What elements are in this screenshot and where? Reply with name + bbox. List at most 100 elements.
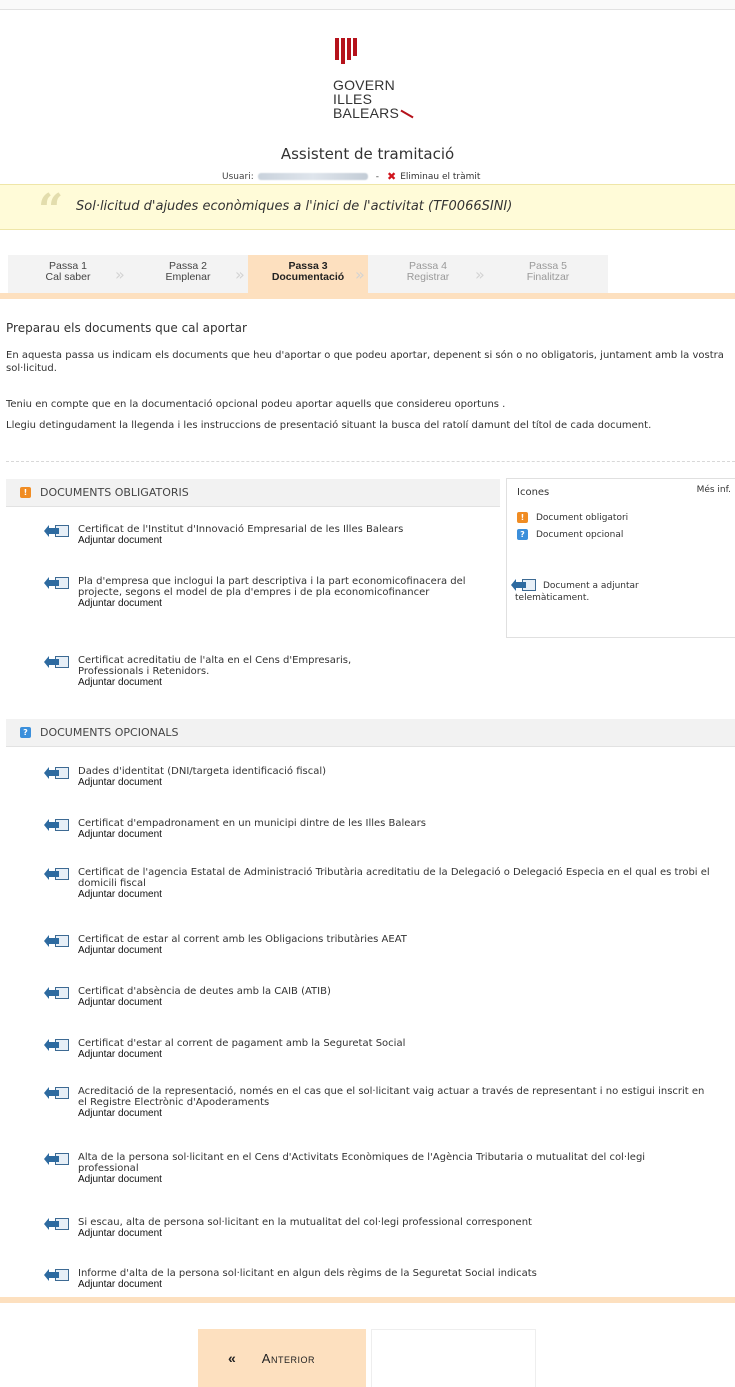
step-2[interactable]: Passa 2 Emplenar	[128, 255, 248, 293]
document-item: Alta de la persona sol·licitant en el Ce…	[44, 1152, 708, 1185]
document-title[interactable]: Acreditació de la representació, només e…	[78, 1086, 708, 1108]
section-heading: Preparau els documents que cal aportar	[6, 321, 247, 335]
attach-document-icon	[511, 579, 537, 593]
legend-optional: ? Document opcional	[517, 529, 623, 540]
document-item: Certificat de estar al corrent amb les O…	[44, 934, 708, 956]
legend-mandatory: ! Document obligatori	[517, 512, 628, 523]
document-title[interactable]: Alta de la persona sol·licitant en el Ce…	[78, 1152, 708, 1174]
legend-title: Icones	[517, 487, 550, 498]
document-title[interactable]: Si escau, alta de persona sol·licitant e…	[78, 1217, 532, 1228]
attach-document-icon	[44, 1269, 70, 1283]
mandatory-section-header: ! DOCUMENTS OBLIGATORIS	[6, 479, 500, 507]
procedure-title: Sol·licitud d'ajudes econòmiques a l'ini…	[76, 199, 513, 214]
attach-document-icon	[44, 1087, 70, 1101]
document-title[interactable]: Certificat acreditatiu de l'alta en el C…	[78, 655, 408, 677]
document-item: Certificat d'absència de deutes amb la C…	[44, 986, 708, 1008]
attach-document-icon	[44, 1218, 70, 1232]
icon-legend: Icones Més inf. ! Document obligatori ? …	[506, 478, 735, 638]
step-5: Passa 5 Finalitzar	[488, 255, 608, 293]
chevron-left-icon: «	[228, 1350, 236, 1366]
attach-document-link[interactable]: Adjuntar document	[78, 777, 326, 788]
optional-badge-icon: ?	[517, 529, 528, 540]
document-title[interactable]: Certificat d'empadronament en un municip…	[78, 818, 426, 829]
optional-note-paragraph: Teniu en compte que en la documentació o…	[6, 399, 506, 410]
document-item: Certificat d'estar al corrent de pagamen…	[44, 1038, 708, 1060]
document-title[interactable]: Certificat de l'Institut d'Innovació Emp…	[78, 524, 403, 535]
next-button-placeholder	[371, 1329, 536, 1387]
document-item: Informe d'alta de la persona sol·licitan…	[44, 1268, 708, 1290]
attach-document-link[interactable]: Adjuntar document	[78, 1174, 708, 1185]
attach-document-icon	[44, 819, 70, 833]
logo-line: BALEARS	[333, 106, 423, 120]
delete-icon[interactable]: ✖	[387, 170, 396, 183]
previous-button-label: Anterior	[261, 1350, 315, 1366]
document-item: Certificat acreditatiu de l'alta en el C…	[44, 655, 408, 688]
user-name-redacted	[257, 173, 368, 180]
document-title[interactable]: Informe d'alta de la persona sol·licitan…	[78, 1268, 537, 1279]
document-item: Certificat de l'agencia Estatal de Admin…	[44, 867, 732, 900]
attach-document-icon	[44, 577, 70, 591]
document-item: Pla d'empresa que inclogui la part descr…	[44, 576, 488, 609]
govern-illes-balears-logo: GOVERN ILLES BALEARS	[333, 38, 423, 120]
attach-document-icon	[44, 656, 70, 670]
document-title[interactable]: Certificat de estar al corrent amb les O…	[78, 934, 407, 945]
legend-note-paragraph: Llegiu detingudament la llegenda i les i…	[6, 420, 652, 431]
attach-document-link[interactable]: Adjuntar document	[78, 1108, 708, 1119]
divider	[6, 461, 735, 462]
document-item: Dades d'identitat (DNI/targeta identific…	[44, 766, 708, 788]
attach-document-icon	[44, 525, 70, 539]
attach-document-icon	[44, 987, 70, 1001]
document-title[interactable]: Certificat de l'agencia Estatal de Admin…	[78, 867, 732, 889]
attach-document-link[interactable]: Adjuntar document	[78, 598, 488, 609]
attach-document-link[interactable]: Adjuntar document	[78, 1228, 532, 1239]
document-title[interactable]: Pla d'empresa que inclogui la part descr…	[78, 576, 488, 598]
footer-bar	[0, 1297, 735, 1303]
document-item: Acreditació de la representació, només e…	[44, 1086, 708, 1119]
attach-document-link[interactable]: Adjuntar document	[78, 829, 426, 840]
step-1[interactable]: Passa 1 Cal saber	[8, 255, 128, 293]
mandatory-badge-icon: !	[20, 487, 31, 498]
delete-procedure-link[interactable]: Eliminau el tràmit	[400, 172, 480, 182]
quote-icon: “	[38, 185, 64, 236]
procedure-banner: “ Sol·licitud d'ajudes econòmiques a l'i…	[0, 184, 735, 236]
attach-document-link[interactable]: Adjuntar document	[78, 997, 331, 1008]
logo-text: GOVERN ILLES BALEARS	[333, 78, 423, 120]
attach-document-link[interactable]: Adjuntar document	[78, 889, 732, 900]
legend-more-info-link[interactable]: Més inf.	[697, 485, 731, 495]
steps-underline	[0, 293, 735, 299]
attach-document-link[interactable]: Adjuntar document	[78, 535, 403, 546]
attach-document-link[interactable]: Adjuntar document	[78, 1279, 537, 1290]
mandatory-section-title: DOCUMENTS OBLIGATORIS	[40, 486, 189, 499]
mandatory-badge-icon: !	[517, 512, 528, 523]
attach-document-icon	[44, 767, 70, 781]
attach-document-icon	[44, 935, 70, 949]
user-separator: -	[375, 171, 379, 182]
document-item: Certificat de l'Institut d'Innovació Emp…	[44, 524, 488, 546]
attach-document-icon	[44, 1153, 70, 1167]
step-4: Passa 4 Registrar	[368, 255, 488, 293]
attach-document-icon	[44, 1039, 70, 1053]
app-title: Assistent de tramitació	[280, 145, 455, 163]
document-title[interactable]: Certificat d'absència de deutes amb la C…	[78, 986, 331, 997]
logo-mark-icon	[335, 38, 357, 64]
step-3[interactable]: Passa 3 Documentació	[248, 255, 368, 293]
logo-line: ILLES	[333, 91, 373, 107]
attach-document-icon	[44, 868, 70, 882]
user-bar: Usuari: - ✖ Eliminau el tràmit	[222, 170, 480, 183]
optional-badge-icon: ?	[20, 727, 31, 738]
user-label: Usuari:	[222, 171, 254, 182]
attach-document-link[interactable]: Adjuntar document	[78, 1049, 405, 1060]
attach-document-link[interactable]: Adjuntar document	[78, 945, 407, 956]
document-title[interactable]: Certificat d'estar al corrent de pagamen…	[78, 1038, 405, 1049]
browser-top-border	[0, 0, 735, 10]
previous-button[interactable]: « Anterior	[198, 1329, 366, 1387]
document-item: Si escau, alta de persona sol·licitant e…	[44, 1217, 708, 1239]
document-title[interactable]: Dades d'identitat (DNI/targeta identific…	[78, 766, 326, 777]
legend-telematic: Document a adjuntar telemàticament.	[511, 579, 639, 603]
logo-line: GOVERN	[333, 77, 395, 93]
intro-paragraph: En aquesta passa us indicam els document…	[6, 350, 724, 374]
attach-document-link[interactable]: Adjuntar document	[78, 677, 408, 688]
optional-section-title: DOCUMENTS OPCIONALS	[40, 726, 179, 739]
step-navigation: Passa 1 Cal saber » Passa 2 Emplenar » Pas…	[8, 255, 608, 293]
optional-section-header: ? DOCUMENTS OPCIONALS	[6, 719, 735, 747]
